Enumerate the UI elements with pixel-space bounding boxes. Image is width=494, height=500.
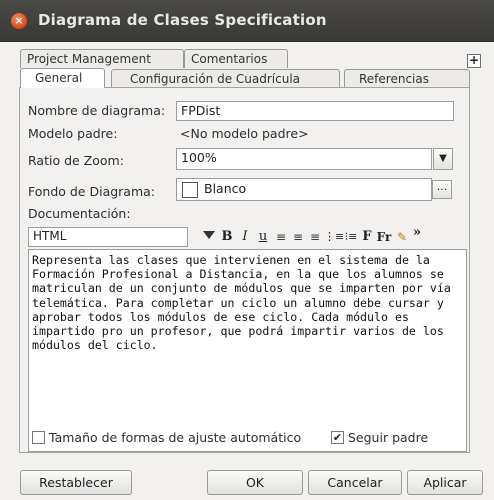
font-size-icon[interactable]: Fr [376, 227, 392, 247]
modelo-label: Modelo padre: [28, 126, 118, 141]
italic-icon[interactable]: I [239, 227, 251, 247]
align-center-icon[interactable]: ≡ [292, 227, 304, 247]
fondo-field[interactable]: Blanco [176, 178, 432, 201]
tab-configuracion-cuadricula[interactable]: Configuración de Cuadrícula [111, 69, 340, 88]
color-picker-icon[interactable]: ✎ [395, 227, 409, 247]
reset-button[interactable]: Restablecer [20, 470, 132, 495]
format-chevron-down-icon[interactable] [203, 231, 215, 239]
tab-referencias[interactable]: Referencias [344, 69, 470, 88]
close-icon[interactable]: × [11, 13, 27, 29]
align-left-icon[interactable]: ≡ [275, 227, 287, 247]
unordered-list-icon[interactable]: ⁝≡ [343, 227, 359, 247]
apply-button[interactable]: Aplicar [407, 470, 483, 495]
ordered-list-icon[interactable]: ⋮≡ [324, 227, 344, 247]
window-title: Diagrama de Clases Specification [38, 11, 327, 29]
tab-comentarios[interactable]: Comentarios [184, 49, 288, 68]
editor-toolbar: HTML B I u ≡ ≡ ≡ ⋮≡ ⁝≡ F Fr ✎ » [28, 226, 467, 247]
ok-button[interactable]: OK [207, 470, 303, 495]
tab-project-management[interactable]: Project Management [20, 49, 184, 68]
follow-parent-checkbox[interactable]: ✔ [331, 431, 344, 444]
expand-icon[interactable]: + [467, 54, 481, 68]
more-icon[interactable]: » [412, 226, 422, 247]
cancel-button[interactable]: Cancelar [308, 470, 402, 495]
format-combo[interactable]: HTML [28, 227, 188, 247]
doc-label: Documentación: [28, 206, 131, 221]
auto-resize-checkbox[interactable] [32, 431, 45, 444]
auto-resize-label: Tamaño de formas de ajuste automático [49, 430, 302, 445]
documentation-textarea[interactable]: Representa las clases que intervienen en… [28, 249, 467, 452]
fondo-label: Fondo de Diagrama: [28, 184, 156, 199]
zoom-combo[interactable]: 100% [176, 148, 432, 170]
underline-icon[interactable]: u [257, 227, 269, 247]
font-icon[interactable]: F [362, 227, 372, 247]
fondo-button[interactable]: ... [432, 180, 452, 199]
align-right-icon[interactable]: ≡ [309, 227, 321, 247]
color-swatch-icon [182, 182, 198, 198]
tab-general[interactable]: General [20, 68, 105, 88]
title-bar: × Diagrama de Clases Specification [0, 0, 494, 42]
chevron-down-icon[interactable]: ▼ [433, 148, 453, 170]
bold-icon[interactable]: B [220, 227, 234, 247]
modelo-value: <No modelo padre> [180, 126, 309, 141]
nombre-label: Nombre de diagrama: [28, 103, 166, 118]
zoom-label: Ratio de Zoom: [28, 153, 124, 168]
follow-parent-label: Seguir padre [348, 430, 429, 445]
nombre-input[interactable]: FPDist [176, 101, 454, 121]
